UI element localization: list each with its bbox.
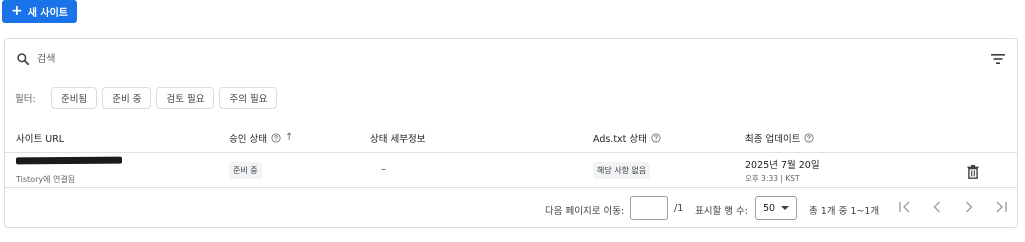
column-header-label: 상태 세부정보: [370, 134, 426, 145]
status-details-value: –: [381, 164, 386, 175]
rows-per-page-label: 표시할 행 수:: [695, 206, 748, 217]
table-row[interactable]: Tistory에 연결됨 준비 중 – 해당 사항 없음 2025년 7월 20…: [5, 154, 1017, 188]
column-header-ads-txt-status[interactable]: Ads.txt 상태: [593, 131, 661, 145]
redacted-site-url: [15, 156, 123, 165]
search-icon: [17, 53, 30, 66]
site-connection-text: Tistory에 연결됨: [16, 175, 76, 184]
ads-txt-status-badge: 해당 사항 없음: [593, 162, 651, 179]
range-text: 총 1개 중 1~1개: [809, 206, 880, 217]
rows-per-page-select[interactable]: 50: [755, 196, 797, 220]
caret-down-icon: [781, 206, 790, 210]
last-page-icon[interactable]: [994, 200, 1008, 214]
filter-label: 필터:: [15, 94, 36, 105]
filter-chip-ready[interactable]: 준비됨: [51, 87, 98, 109]
chevron-left-icon[interactable]: [930, 200, 944, 214]
column-header-label: 승인 상태: [229, 134, 267, 145]
chevron-right-icon[interactable]: [962, 200, 976, 214]
update-date: 2025년 7월 20일: [745, 160, 820, 171]
column-header-site-url[interactable]: 사이트 URL: [16, 131, 64, 145]
help-circle-icon[interactable]: [651, 133, 661, 143]
table-header: 사이트 URL 승인 상태 ↑ 상태 세부정보 Ads.txt 상태 최종 업데…: [5, 121, 1017, 153]
search-input[interactable]: [37, 49, 937, 69]
column-header-status-details[interactable]: 상태 세부정보: [370, 131, 425, 145]
page-number-input[interactable]: [630, 196, 668, 220]
column-header-label: 최종 업데이트: [745, 134, 801, 145]
add-site-button[interactable]: + 새 사이트: [2, 0, 77, 23]
column-header-last-update[interactable]: 최종 업데이트: [745, 131, 815, 145]
column-header-label: Ads.txt 상태: [593, 134, 647, 145]
filter-chip-needs-attention[interactable]: 주의 필요: [219, 87, 278, 109]
first-page-icon[interactable]: [898, 200, 912, 214]
filter-list-icon[interactable]: [991, 53, 1005, 65]
plus-icon: +: [10, 3, 23, 19]
help-circle-icon[interactable]: [804, 133, 815, 143]
add-site-label: 새 사이트: [27, 8, 69, 19]
update-time: 오후 3:33 | KST: [745, 174, 800, 183]
filter-chip-needs-review[interactable]: 검토 필요: [156, 87, 215, 109]
column-header-label: 사이트 URL: [16, 134, 65, 145]
pagination-bar: 다음 페이지로 이동: /1 표시할 행 수: 50 총 1개 중 1~1개: [5, 189, 1017, 227]
page-total: /1: [674, 203, 684, 214]
help-circle-icon[interactable]: [271, 133, 281, 143]
sites-card: 필터: 준비됨 준비 중 검토 필요 주의 필요 사이트 URL 승인 상태 ↑…: [4, 38, 1018, 228]
search-bar: [5, 39, 1017, 79]
approval-status-badge: 준비 중: [229, 162, 262, 179]
goto-page-label: 다음 페이지로 이동:: [545, 206, 625, 217]
column-header-approval-status[interactable]: 승인 상태 ↑: [229, 131, 293, 146]
filter-bar: 필터: 준비됨 준비 중 검토 필요 주의 필요: [5, 86, 1017, 110]
filter-chip-preparing[interactable]: 준비 중: [102, 87, 152, 109]
trash-icon[interactable]: [967, 165, 979, 179]
arrow-up-icon[interactable]: ↑: [285, 133, 293, 143]
rows-per-page-value: 50: [763, 202, 776, 214]
